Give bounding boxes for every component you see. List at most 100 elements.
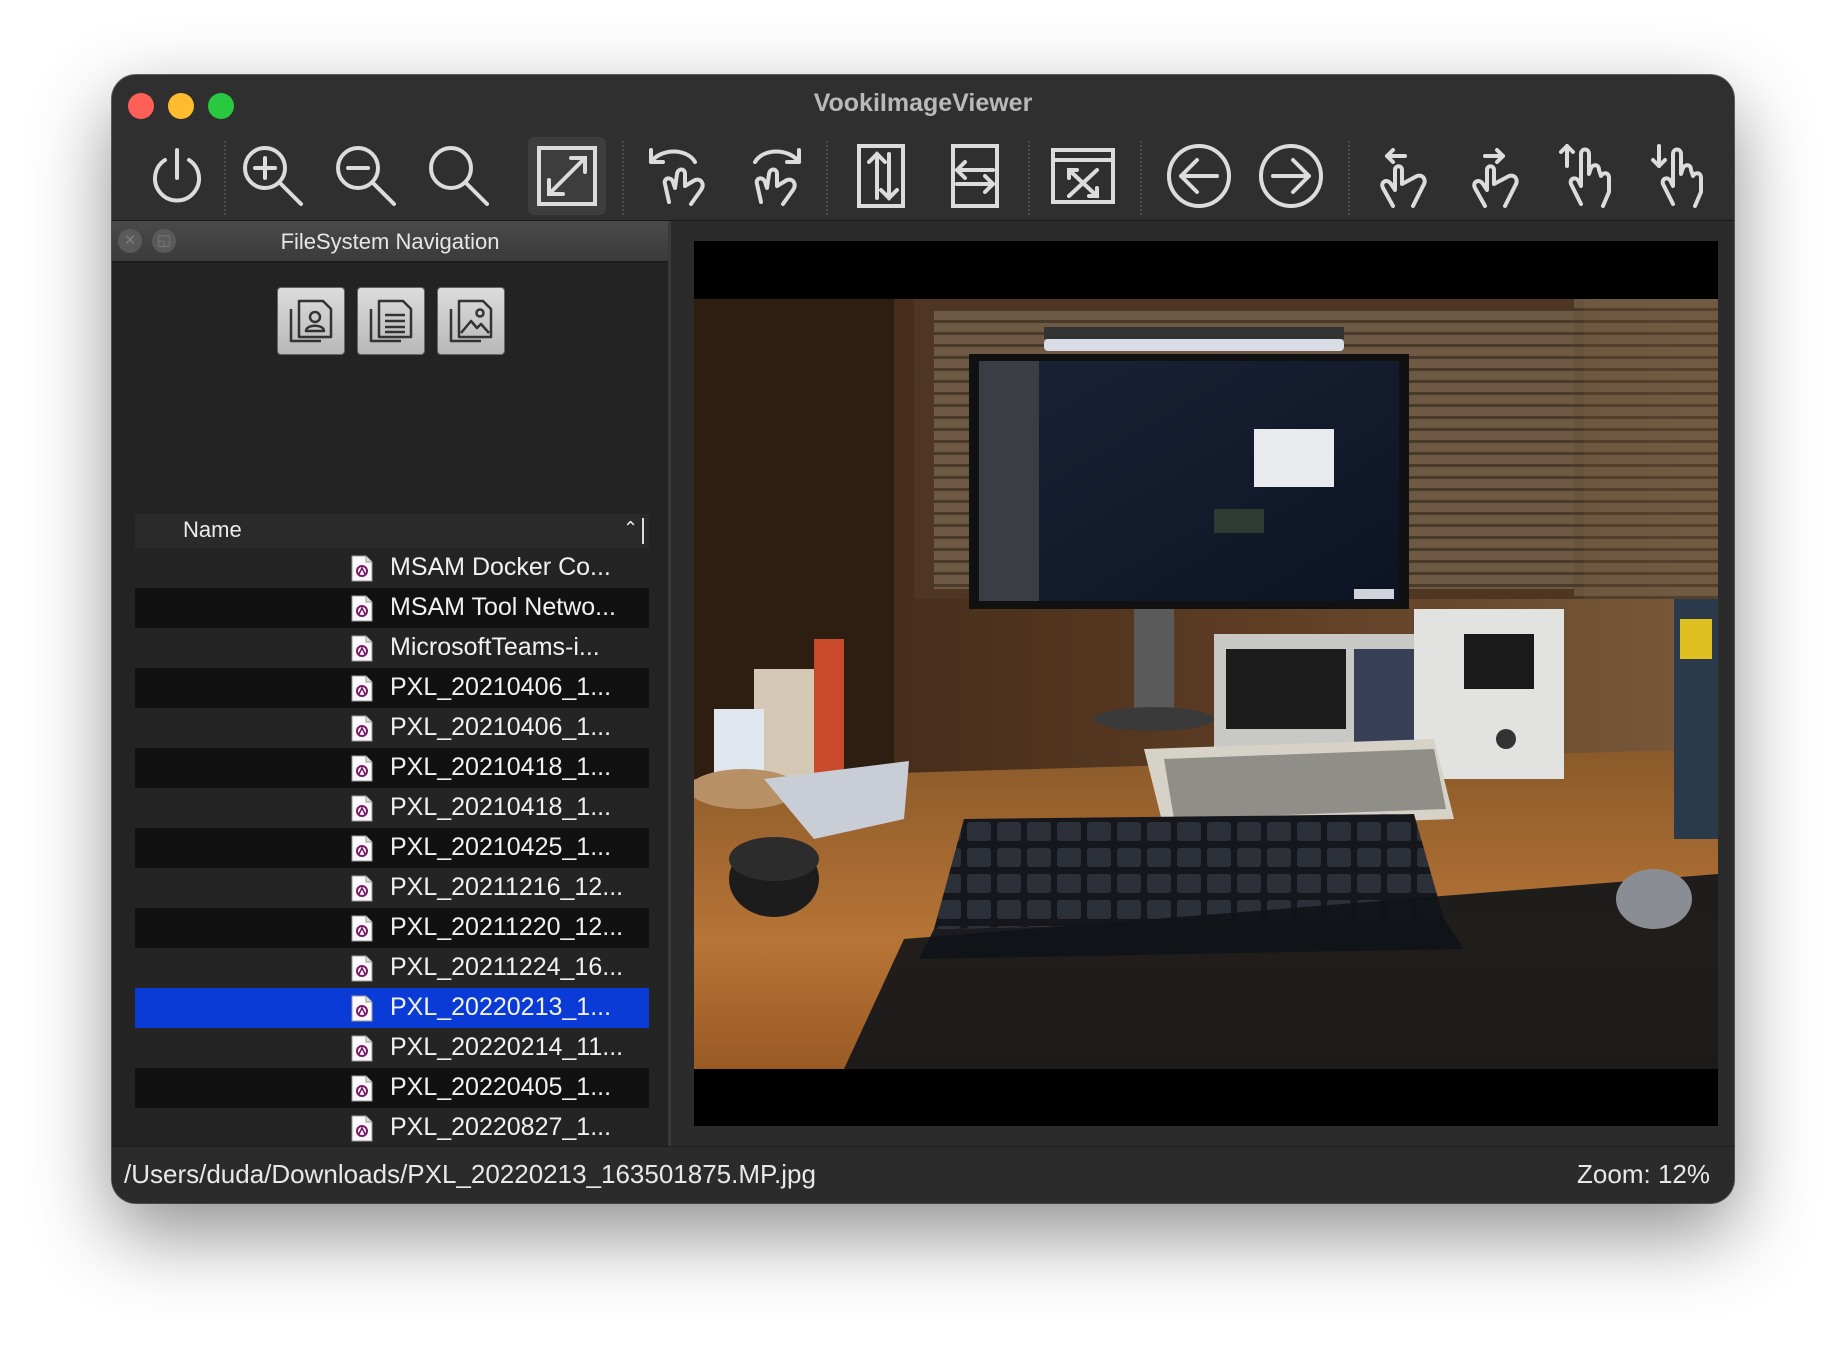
rotate-right-icon — [753, 148, 801, 206]
window-title: VookiImageViewer — [813, 89, 1033, 117]
sort-ascending-icon: ⌃ — [623, 518, 639, 538]
documents-folder-icon — [369, 299, 413, 343]
file-row[interactable]: PXL_20210406_1... — [135, 708, 649, 748]
image-file-icon — [351, 675, 373, 702]
file-row[interactable]: MicrosoftTeams-i... — [135, 628, 649, 668]
image-file-icon — [351, 795, 373, 822]
fullscreen-icon — [1051, 148, 1115, 204]
pane-title: FileSystem Navigation — [280, 229, 500, 254]
file-row[interactable]: PXL_20211220_12... — [135, 908, 649, 948]
rotate-left-icon — [649, 148, 705, 206]
flip-horizontal-icon — [951, 144, 999, 208]
zoom-out-icon — [336, 146, 396, 206]
quit-button[interactable] — [138, 137, 216, 215]
next-image-icon — [1259, 144, 1323, 208]
file-row[interactable]: PXL_20210418_1... — [135, 748, 649, 788]
status-file-path: /Users/duda/Downloads/PXL_20220213_16350… — [124, 1159, 816, 1189]
first-image-button[interactable] — [1362, 137, 1440, 215]
zoom-reset-button[interactable] — [420, 137, 498, 215]
flip-vertical-icon — [857, 144, 905, 208]
displayed-photo — [694, 299, 1718, 1069]
pan-down-button[interactable] — [1640, 137, 1718, 215]
column-header-label: Name — [183, 517, 242, 542]
first-image-icon — [1380, 148, 1427, 208]
image-file-icon — [351, 955, 373, 982]
toolbar — [112, 133, 1734, 219]
zoom-in-button[interactable] — [234, 137, 312, 215]
file-name: PXL_20220405_1... — [390, 1073, 612, 1101]
file-row[interactable]: MSAM Docker Co... — [135, 548, 649, 588]
home-folder-icon — [289, 299, 333, 343]
pane-header: ✕ ◱ FileSystem Navigation — [112, 221, 668, 263]
file-name: PXL_20210425_1... — [390, 833, 612, 861]
file-row[interactable]: PXL_20210425_1... — [135, 828, 649, 868]
image-file-icon — [351, 715, 373, 742]
column-header-name[interactable]: Name ⌃ — [135, 514, 649, 549]
file-name: PXL_20210418_1... — [390, 753, 612, 781]
power-icon — [153, 148, 201, 203]
rotate-left-button[interactable] — [640, 137, 718, 215]
file-name: PXL_20211216_12... — [390, 873, 624, 901]
fit-to-window-icon — [537, 146, 597, 206]
file-name: MicrosoftTeams-i... — [390, 633, 600, 661]
file-row[interactable]: PXL_20220214_11... — [135, 1028, 649, 1068]
file-name: PXL_20211224_16... — [390, 953, 624, 981]
file-name: PXL_20220827_1... — [390, 1113, 612, 1141]
image-file-icon — [351, 835, 373, 862]
image-file-icon — [351, 875, 373, 902]
image-file-icon — [351, 755, 373, 782]
fit-to-window-button[interactable] — [528, 137, 606, 215]
file-row[interactable]: PXL_20220405_1... — [135, 1068, 649, 1108]
file-name: MSAM Tool Netwo... — [390, 593, 617, 621]
pictures-folder-button[interactable] — [437, 287, 505, 355]
file-row[interactable]: PXL_20220827_1... — [135, 1108, 649, 1148]
image-file-icon — [351, 635, 373, 662]
image-file-icon — [351, 1075, 373, 1102]
app-window: VookiImageViewer ✕ ◱ FileSystem Navigati… — [112, 75, 1734, 1203]
image-file-icon — [351, 995, 373, 1022]
flip-horizontal-button[interactable] — [936, 137, 1014, 215]
file-row[interactable]: PXL_20211216_12... — [135, 868, 649, 908]
pan-down-icon — [1651, 144, 1703, 208]
previous-image-icon — [1167, 144, 1231, 208]
home-folder-button[interactable] — [277, 287, 345, 355]
file-list[interactable]: Name ⌃ MSAM Docker Co... MSAM Tool Netwo.… — [135, 514, 649, 1203]
file-name: PXL_20220213_1... — [390, 993, 612, 1021]
fullscreen-button[interactable] — [1044, 137, 1122, 215]
image-file-icon — [351, 595, 373, 622]
image-file-icon — [351, 1115, 373, 1142]
flip-vertical-button[interactable] — [842, 137, 920, 215]
file-name: PXL_20210406_1... — [390, 673, 612, 701]
filesystem-navigation-pane: ✕ ◱ FileSystem Navigation Name ⌃ MSAM Do… — [112, 221, 671, 1203]
image-file-icon — [351, 1035, 373, 1062]
file-row[interactable]: PXL_20210406_1... — [135, 668, 649, 708]
rotate-right-button[interactable] — [732, 137, 810, 215]
previous-image-button[interactable] — [1160, 137, 1238, 215]
last-image-button[interactable] — [1454, 137, 1532, 215]
zoom-out-button[interactable] — [327, 137, 405, 215]
pan-up-button[interactable] — [1548, 137, 1626, 215]
file-name: PXL_20211220_12... — [390, 913, 624, 941]
file-name: PXL_20220214_11... — [390, 1033, 624, 1061]
file-name: PXL_20210406_1... — [390, 713, 612, 741]
documents-folder-button[interactable] — [357, 287, 425, 355]
image-viewer[interactable] — [694, 241, 1718, 1126]
file-row[interactable]: MSAM Tool Netwo... — [135, 588, 649, 628]
last-image-icon — [1472, 148, 1519, 208]
file-name: MSAM Docker Co... — [390, 553, 611, 581]
title-bar: VookiImageViewer — [112, 75, 1734, 221]
pictures-folder-icon — [449, 299, 493, 343]
status-bar: /Users/duda/Downloads/PXL_20220213_16350… — [112, 1146, 1734, 1203]
status-zoom-level: Zoom: 12% — [1577, 1159, 1710, 1189]
file-rows: MSAM Docker Co... MSAM Tool Netwo... Micro… — [135, 548, 649, 1203]
file-row[interactable]: PXL_20211224_16... — [135, 948, 649, 988]
pan-up-icon — [1559, 144, 1611, 208]
file-row[interactable]: PXL_20220213_1... — [135, 988, 649, 1028]
next-image-button[interactable] — [1252, 137, 1330, 215]
file-name: PXL_20210418_1... — [390, 793, 612, 821]
file-row[interactable]: PXL_20210418_1... — [135, 788, 649, 828]
zoom-reset-icon — [429, 146, 489, 206]
image-file-icon — [351, 555, 373, 582]
zoom-in-icon — [243, 146, 303, 206]
image-file-icon — [351, 915, 373, 942]
